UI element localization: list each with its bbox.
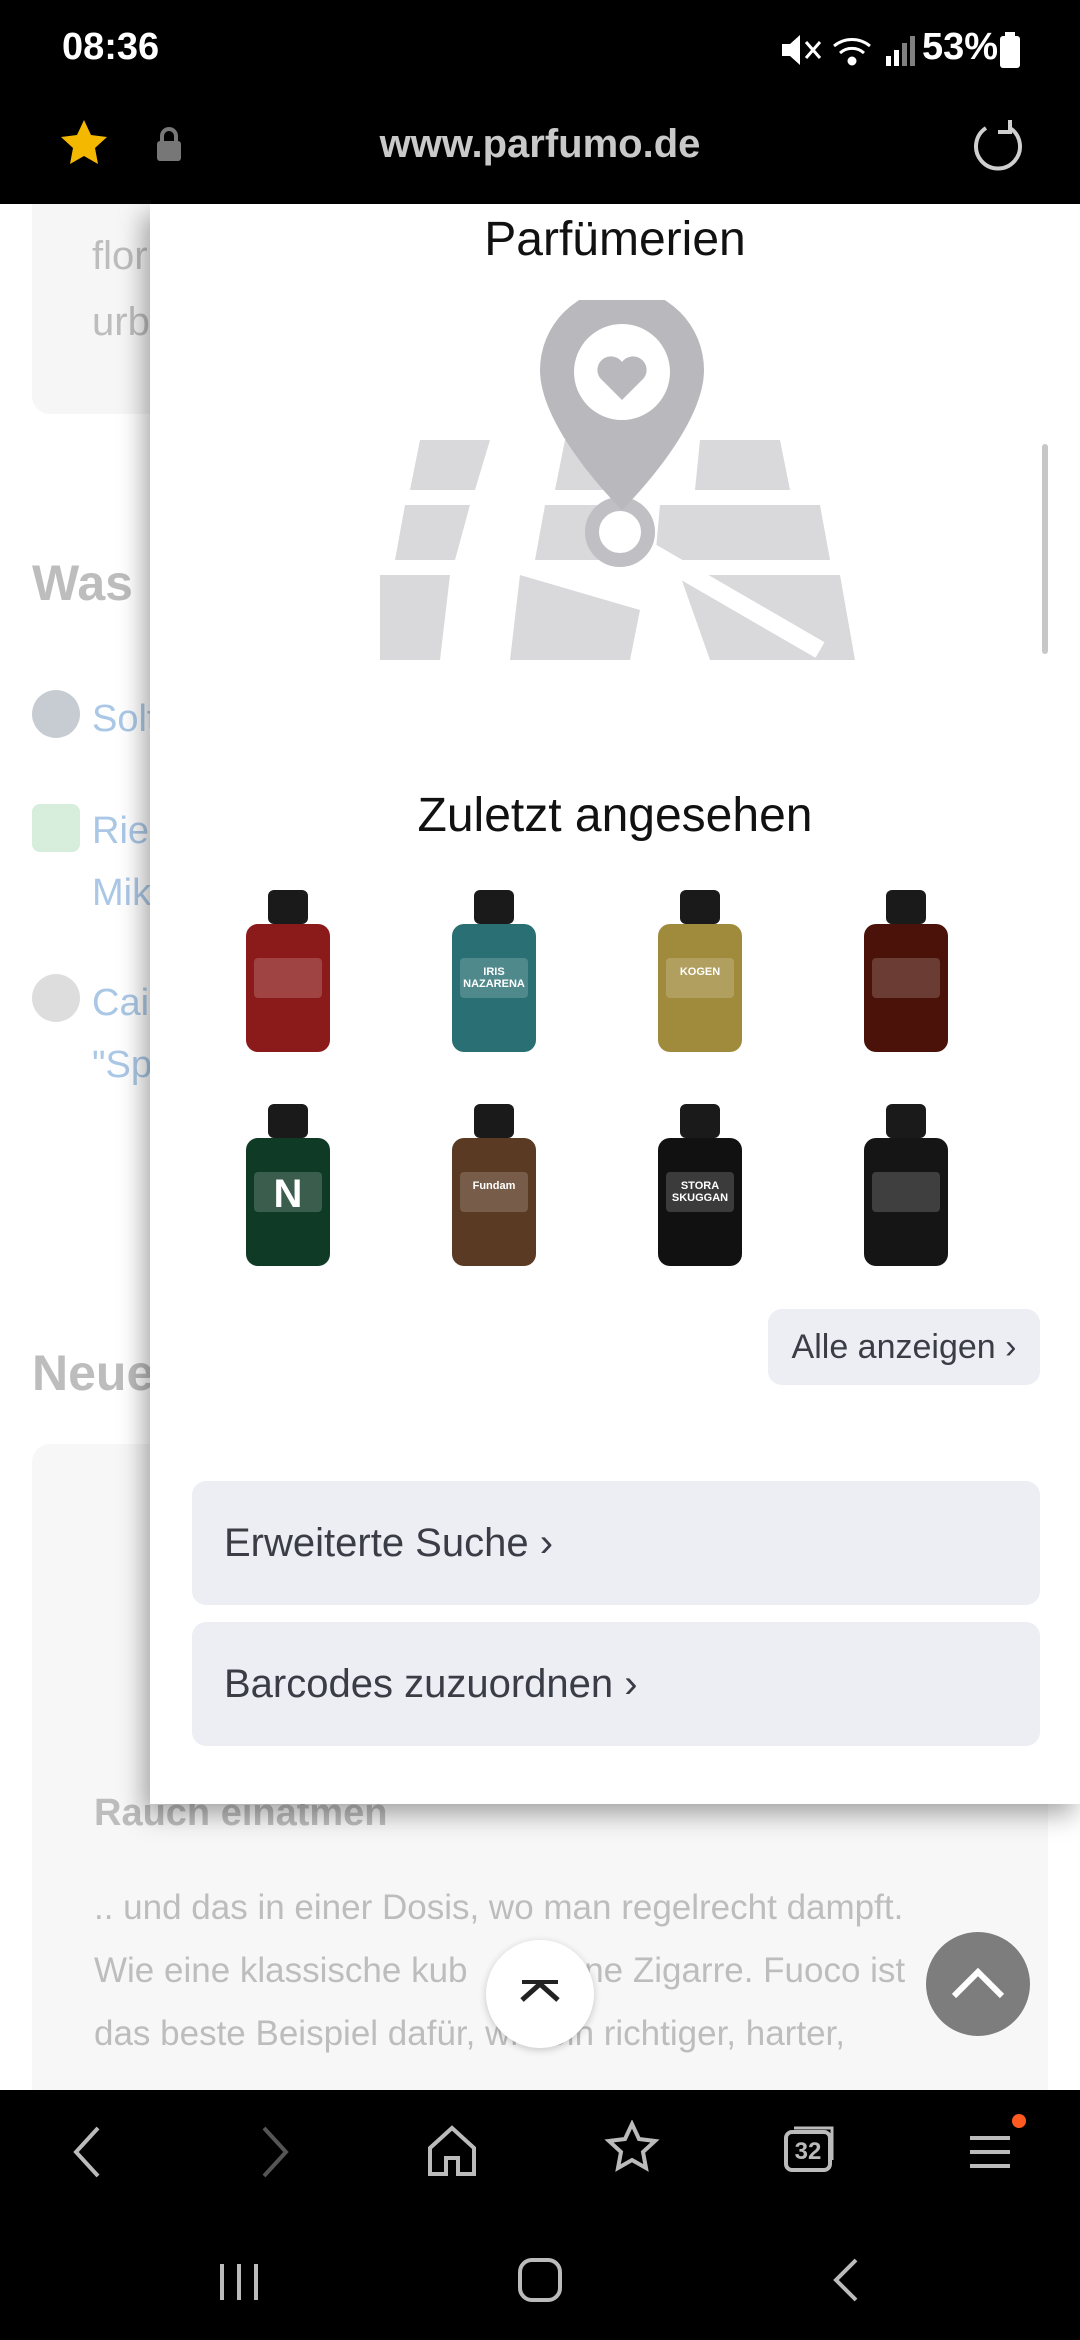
perfume-thumbnail[interactable]: [846, 888, 966, 1058]
tabs-button[interactable]: 32: [782, 2124, 834, 2174]
bg-heading-neue: Neue: [32, 1345, 155, 1401]
url-text[interactable]: www.parfumo.de: [0, 122, 1080, 167]
browser-url-bar: www.parfumo.de: [0, 100, 1080, 204]
recently-viewed-title: Zuletzt angesehen: [417, 789, 813, 842]
scrollbar[interactable]: [1042, 444, 1048, 654]
perfume-label: IRIS NAZARENA: [463, 966, 525, 991]
perfume-bottle-image: [246, 890, 330, 1052]
home-icon[interactable]: [424, 2122, 480, 2178]
menu-icon[interactable]: [966, 2126, 1016, 2176]
avatar: [32, 690, 80, 738]
perfume-thumbnail[interactable]: [228, 888, 348, 1058]
perfume-bottle-image: [864, 890, 948, 1052]
tab-count: 32: [794, 2138, 822, 2165]
perfume-bottle-image: [864, 1104, 948, 1266]
review-line-1: .. und das in einer Dosis, wo man regelr…: [94, 1888, 904, 1927]
scroll-to-top-button[interactable]: [926, 1932, 1030, 2036]
system-home-icon[interactable]: [516, 2256, 564, 2304]
status-bar: 08:36 53%: [0, 0, 1080, 100]
back-arrow-icon[interactable]: [66, 2122, 110, 2182]
perfume-thumbnail[interactable]: KOGEN: [640, 888, 760, 1058]
map-pin-illustration[interactable]: [380, 300, 860, 670]
perfume-label: N: [273, 1172, 303, 1216]
advanced-search-button[interactable]: Erweiterte Suche ›: [192, 1481, 1040, 1605]
battery-icon: [1000, 32, 1020, 68]
status-time: 08:36: [62, 26, 160, 68]
perfume-label: KOGEN: [679, 966, 721, 978]
perfume-thumbnail[interactable]: Fundam: [434, 1102, 554, 1272]
stores-title: Parfümerien: [484, 213, 746, 266]
assign-barcodes-button[interactable]: Barcodes zuzuordnen ›: [192, 1622, 1040, 1746]
forward-arrow-icon[interactable]: [252, 2122, 296, 2182]
perfume-thumbnail[interactable]: STORA SKUGGAN: [640, 1102, 760, 1272]
perfume-label: STORA SKUGGAN: [671, 1180, 729, 1205]
review-line-3: das beste Beispiel dafür, wie ein richti…: [94, 2014, 845, 2053]
system-navigation-bar: [0, 2210, 1080, 2340]
perfume-thumbnail[interactable]: N: [228, 1102, 348, 1272]
bg-user-1: Solt: [92, 698, 158, 740]
avatar: [32, 974, 80, 1022]
system-back-icon[interactable]: [826, 2256, 866, 2304]
show-all-button[interactable]: Alle anzeigen ›: [768, 1309, 1040, 1385]
perfume-thumbnail[interactable]: IRIS NAZARENA: [434, 888, 554, 1058]
status-icons: [782, 35, 915, 66]
bg-user-3b: "Sp: [92, 1044, 152, 1086]
reload-icon[interactable]: [970, 118, 1026, 174]
bg-user-3: Cai: [92, 982, 150, 1024]
bg-user-2b: Mik: [92, 872, 152, 914]
recent-apps-icon[interactable]: [214, 2260, 264, 2304]
notification-dot: [1012, 2114, 1026, 2128]
wifi-icon: [833, 38, 871, 66]
bg-snippet-1: flor: [92, 234, 148, 278]
mute-icon: [782, 35, 822, 65]
bg-heading-was: Was: [32, 555, 133, 611]
signal-icon: [886, 36, 915, 66]
bg-snippet-2: urb: [92, 300, 150, 344]
battery-percent: 53%: [921, 26, 998, 68]
side-menu-panel: Parfümerien Zuletzt angesehen IRIS NAZAR…: [150, 204, 1080, 1804]
perfume-thumbnail[interactable]: [846, 1102, 966, 1272]
bg-user-2: Rie: [92, 810, 150, 852]
browser-bottom-toolbar: 32: [0, 2090, 1080, 2210]
scroll-to-top-small-button[interactable]: [486, 1940, 594, 2048]
bookmarks-star-icon[interactable]: [604, 2120, 660, 2176]
avatar: [32, 804, 80, 852]
perfume-label: Fundam: [472, 1180, 516, 1192]
